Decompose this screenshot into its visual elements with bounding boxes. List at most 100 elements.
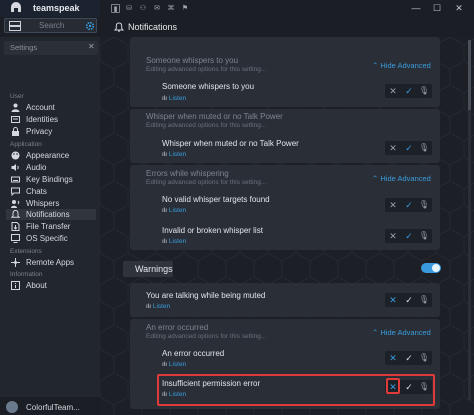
toolbar-icon-1[interactable]: ▮ [111,4,120,13]
sidebar-label-whispers: Whispers [26,199,60,208]
warnings-toggle-knob[interactable] [432,264,440,272]
avatar[interactable] [6,401,18,413]
sidebar-item-identities[interactable]: Identities [6,114,96,125]
category-application: Application [10,141,42,148]
microphone-icon[interactable]: 🎙 [417,352,431,364]
file-transfer-icon [11,222,20,231]
setting-title: Someone whispers to you [162,82,255,91]
sidebar-item-appearance[interactable]: Appearance [6,150,96,161]
enable-check-icon[interactable]: ✓ [402,142,416,154]
sidebar-label-notifications: Notifications [26,210,70,219]
scrollbar-thumb[interactable] [468,40,471,110]
setting-title: An error occurred [162,349,225,358]
lock-icon [12,127,19,136]
listen-label: Listen [168,361,187,368]
sidebar-label-about: About [26,281,47,290]
microphone-icon[interactable]: 🎙 [417,199,431,211]
sidebar-item-remote-apps[interactable]: Remote Apps [6,257,96,268]
toolbar-icon-3[interactable]: ⚇ [138,4,148,13]
close-settings-icon[interactable]: ✕ [88,42,95,51]
microphone-icon[interactable]: 🎙 [417,85,431,97]
microphone-icon[interactable]: 🎙 [417,230,431,242]
maximize-icon[interactable]: ☐ [430,2,444,15]
listen-link[interactable]: ılı Listen [162,151,186,158]
teamspeak-logo-icon [11,2,21,12]
sidebar-item-file-transfer[interactable]: File Transfer [6,221,96,232]
minimize-icon[interactable]: — [409,2,423,15]
sidebar-item-about[interactable]: About [6,280,96,291]
keyboard-icon [11,176,20,183]
listen-label: Listen [168,207,187,214]
enable-check-icon[interactable]: ✓ [402,352,416,364]
hide-advanced-link[interactable]: ⌃ Hide Advanced [372,61,431,70]
notification-controls: ✕ ✓ 🎙 [385,84,432,98]
gear-icon[interactable] [85,21,95,31]
sidebar-item-audio[interactable]: Audio [6,162,96,173]
panel-title: Notifications [128,22,178,32]
disable-x-icon[interactable]: ✕ [386,352,400,364]
app-name: teamspeak [33,3,80,13]
settings-header-label: Settings [10,43,38,52]
close-icon[interactable]: ✕ [452,2,466,15]
disable-x-icon[interactable]: ✕ [386,294,400,306]
listen-link[interactable]: ılı Listen [146,303,170,310]
palette-icon [11,151,20,160]
toolbar-icon-4[interactable]: ✉ [152,4,162,13]
highlight-box-disable [386,378,400,394]
sidebar-label-identities: Identities [26,115,59,124]
sidebar-label-key-bindings: Key Bindings [26,175,73,184]
disable-x-icon[interactable]: ✕ [386,142,400,154]
sound-wave-icon: ılı [162,151,169,158]
sidebar-label-os-specific: OS Specific [26,234,68,243]
search-input[interactable]: Search [4,18,97,33]
disable-x-icon[interactable]: ✕ [386,230,400,242]
sidebar-item-notifications[interactable]: Notifications [6,209,96,220]
sound-wave-icon: ılı [162,238,169,245]
hide-advanced-link[interactable]: ⌃ Hide Advanced [372,328,431,337]
about-icon [11,281,20,290]
enable-check-icon[interactable]: ✓ [402,199,416,211]
microphone-icon[interactable]: 🎙 [417,142,431,154]
toolbar-icon-5[interactable]: ⌘ [166,4,176,13]
enable-check-icon[interactable]: ✓ [402,85,416,97]
group-title: An error occurred [146,323,209,332]
enable-check-icon[interactable]: ✓ [402,294,416,306]
microphone-icon[interactable]: 🎙 [417,294,431,306]
disable-x-icon[interactable]: ✕ [386,85,400,97]
sidebar-item-key-bindings[interactable]: Key Bindings [6,174,96,185]
listen-label: Listen [168,238,187,245]
group-subtitle: Editing advanced options for this settin… [146,122,267,129]
notification-controls: ✕ ✓ 🎙 [385,351,432,365]
tab-notifications[interactable]: Notifications [110,19,190,35]
group-title: Someone whispers to you [146,56,239,65]
sidebar-item-os-specific[interactable]: OS Specific [6,233,96,244]
username: ColorfulTeam... [26,403,80,412]
disable-x-icon[interactable]: ✕ [386,199,400,211]
enable-check-icon[interactable]: ✓ [402,230,416,242]
sidebar-label-chats: Chats [26,187,47,196]
bell-icon [114,22,124,32]
sidebar-label-remote-apps: Remote Apps [26,258,75,267]
sidebar-item-chats[interactable]: Chats [6,186,96,197]
hide-advanced-link[interactable]: ⌃ Hide Advanced [372,174,431,183]
sidebar-item-account[interactable]: Account [6,102,96,113]
listen-label: Listen [168,95,187,102]
settings-header: Settings ✕ [4,41,98,55]
sound-wave-icon: ılı [162,361,169,368]
toolbar-icon-2[interactable]: ⛁ [124,4,134,13]
sound-wave-icon: ılı [162,95,169,102]
toolbar-icon-6[interactable]: ⚑ [180,4,190,13]
notification-controls: ✕ ✓ 🎙 [385,293,432,307]
category-user: User [10,93,24,100]
monitor-icon [11,234,20,243]
setting-title: Whisper when muted or no Talk Power [162,139,299,148]
remote-apps-icon [11,258,20,267]
sidebar-item-whispers[interactable]: Whispers [6,198,96,209]
listen-link[interactable]: ılı Listen [162,95,186,102]
listen-link[interactable]: ılı Listen [162,207,186,214]
listen-link[interactable]: ılı Listen [162,238,186,245]
listen-link[interactable]: ılı Listen [162,361,186,368]
sidebar-label-privacy: Privacy [26,127,53,136]
group-title: Whisper when muted or no Talk Power [146,112,283,121]
sidebar-item-privacy[interactable]: Privacy [6,126,96,137]
